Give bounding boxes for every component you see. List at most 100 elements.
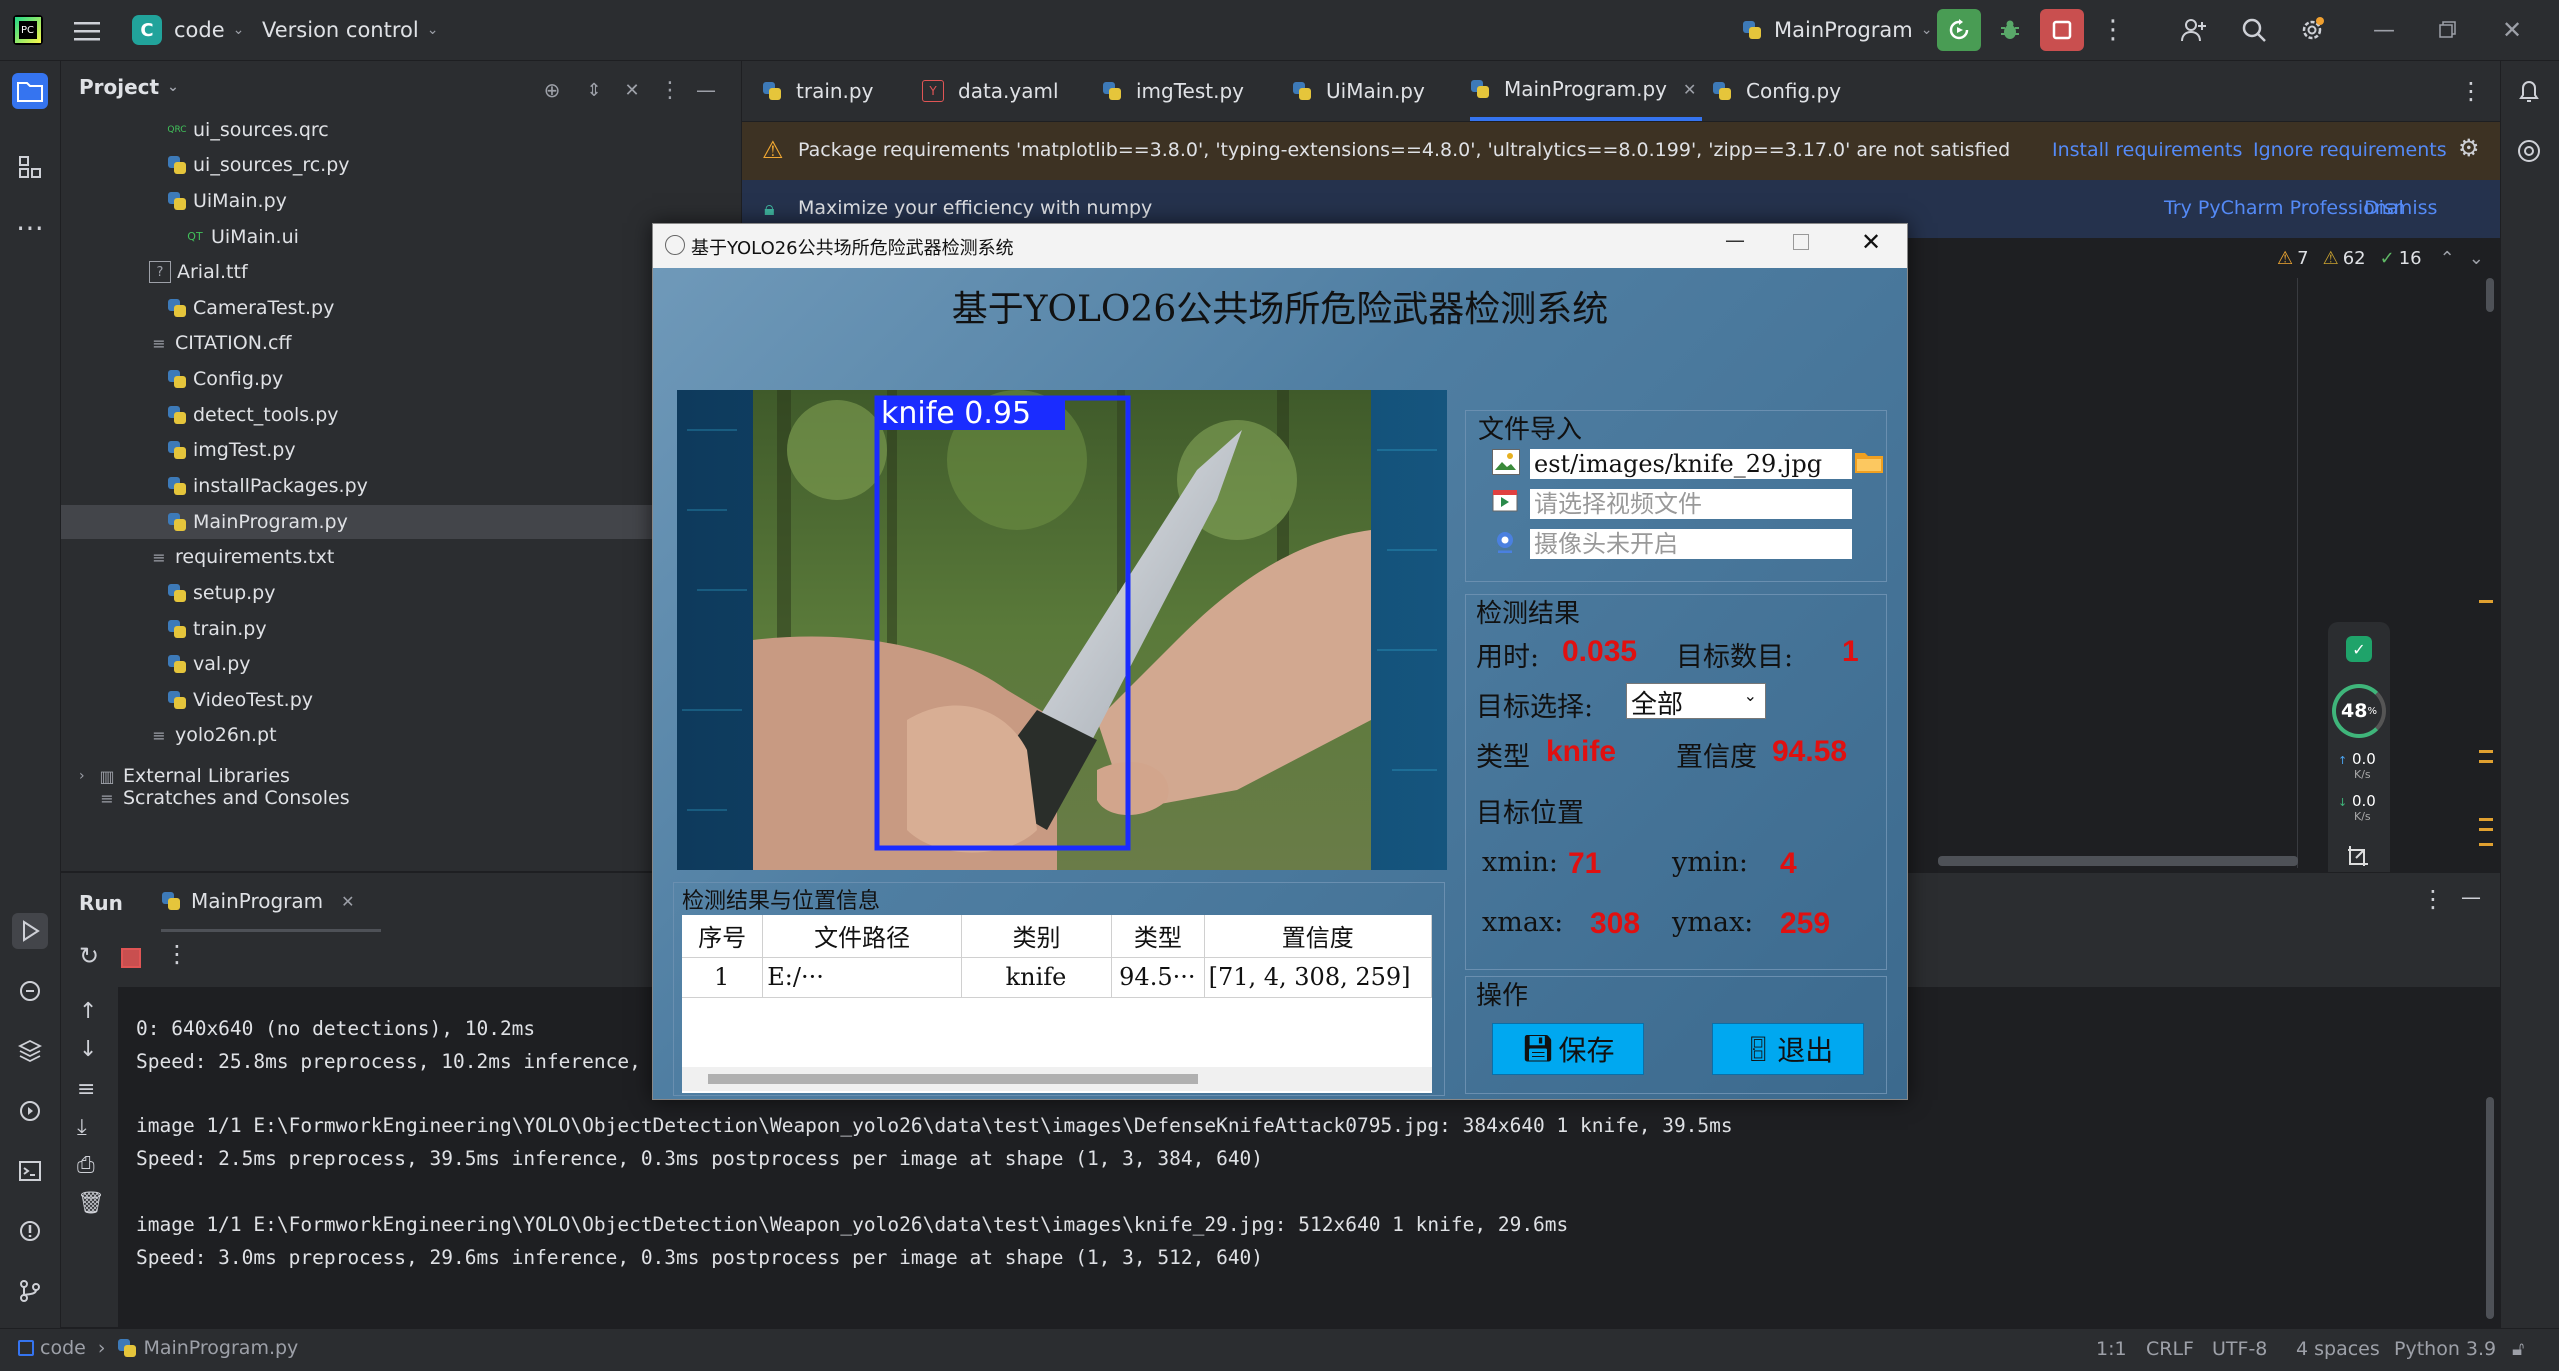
results-table[interactable]: 序号 文件路径 类别 类型 置信度 1 E:/··· knife 94.5··· [71, 4,…: [682, 915, 1433, 1093]
tree-item[interactable]: ? Arial.ttf: [61, 255, 248, 289]
services-icon[interactable]: [12, 1093, 48, 1129]
lock-icon[interactable]: 🔓︎: [2512, 1338, 2524, 1360]
table-header-cell[interactable]: 类别: [961, 915, 1113, 958]
inspection-widget[interactable]: ⚠ 7 ⚠ 62 ✓ 16 ⌃ ⌄: [2277, 248, 2484, 269]
vcs-menu[interactable]: Version control ⌄: [262, 0, 438, 60]
notifications-icon[interactable]: [2511, 73, 2547, 109]
tab-config-py[interactable]: Config.py: [1712, 61, 1841, 121]
table-header-cell[interactable]: 文件路径: [762, 915, 962, 958]
tree-item[interactable]: ≡ CITATION.cff: [61, 326, 291, 360]
tab-uimain-py[interactable]: UiMain.py: [1292, 61, 1425, 121]
stop-button[interactable]: [2040, 9, 2084, 51]
image-path-field[interactable]: est/images/knife_29.jpg: [1530, 449, 1852, 479]
minimize-window-icon[interactable]: —: [2366, 12, 2402, 48]
error-stripe-mark[interactable]: [2479, 843, 2493, 846]
caret-position[interactable]: 1:1: [2096, 1338, 2127, 1360]
more-actions-icon[interactable]: ⋮: [165, 940, 189, 968]
run-tool-icon[interactable]: [12, 913, 48, 949]
ignore-requirements-link[interactable]: Ignore requirements: [2253, 139, 2447, 161]
breadcrumb-file[interactable]: MainProgram.py: [143, 1337, 298, 1359]
table-header-cell[interactable]: 类型: [1111, 915, 1205, 958]
tab-imgtest-py[interactable]: imgTest.py: [1102, 61, 1244, 121]
terminal-icon[interactable]: [12, 1153, 48, 1189]
soft-wrap-icon[interactable]: ≡: [77, 1077, 95, 1102]
table-row[interactable]: 1 E:/··· knife 94.5··· [71, 4, 308, 259]: [682, 957, 1433, 998]
python-packages-icon[interactable]: [12, 1033, 48, 1069]
tree-item[interactable]: VideoTest.py: [61, 683, 313, 717]
console-scrollbar[interactable]: [2486, 1097, 2494, 1319]
print-icon[interactable]: ⎙: [77, 1153, 95, 1178]
tree-item[interactable]: UiMain.py: [61, 184, 287, 218]
error-stripe-mark[interactable]: [2479, 750, 2493, 753]
expand-all-icon[interactable]: ⇕: [581, 77, 607, 103]
tree-item[interactable]: QRC ui_sources.qrc: [61, 113, 328, 147]
more-tools-icon[interactable]: ⋯: [12, 209, 48, 245]
net-speed-widget[interactable]: ✓ 48% ↑ 0.0 K/s ↓ 0.0 K/s 截图: [2328, 622, 2390, 912]
python-interpreter[interactable]: Python 3.9: [2394, 1338, 2496, 1360]
file-encoding[interactable]: UTF-8: [2212, 1338, 2267, 1360]
ai-assistant-icon[interactable]: [2511, 133, 2547, 169]
tab-options-icon[interactable]: ⋮: [2456, 73, 2486, 109]
add-user-button[interactable]: [2176, 12, 2212, 48]
editor-h-scrollbar[interactable]: [1938, 856, 2298, 866]
tree-item[interactable]: train.py: [61, 612, 267, 646]
minimize-window-icon[interactable]: —: [1725, 228, 1745, 252]
restore-window-icon[interactable]: [2430, 12, 2466, 48]
tree-item[interactable]: CameraTest.py: [61, 291, 334, 325]
tree-scratches[interactable]: ≡ Scratches and Consoles: [97, 781, 349, 815]
tree-item[interactable]: detect_tools.py: [61, 398, 339, 432]
arrow-down-icon[interactable]: ↓: [79, 1037, 97, 1062]
pycharm-logo-icon[interactable]: PC: [12, 14, 44, 46]
trash-icon[interactable]: 🗑︎: [77, 1191, 105, 1216]
scrollbar-thumb[interactable]: [708, 1074, 1198, 1084]
breadcrumb-project[interactable]: code: [40, 1337, 86, 1359]
structure-tool-icon[interactable]: [12, 149, 48, 185]
project-panel-header[interactable]: Project ⌄: [79, 75, 179, 99]
arrow-up-icon[interactable]: ↑: [79, 999, 97, 1024]
tree-item[interactable]: QT UiMain.ui: [61, 220, 299, 254]
maximize-window-icon[interactable]: [1793, 234, 1809, 250]
tab-train-py[interactable]: train.py: [762, 61, 873, 121]
video-file-icon[interactable]: [1492, 489, 1518, 513]
install-requirements-link[interactable]: Install requirements: [2052, 139, 2242, 161]
table-header-cell[interactable]: 置信度: [1204, 915, 1433, 958]
table-h-scrollbar[interactable]: [682, 1067, 1432, 1091]
chevron-up-icon[interactable]: ⌃: [2440, 248, 2455, 269]
locate-file-icon[interactable]: ⊕: [539, 77, 565, 103]
tab-mainprogram-py[interactable]: MainProgram.py ✕: [1470, 61, 1703, 121]
tree-item[interactable]: val.py: [61, 647, 251, 681]
search-button[interactable]: [2236, 12, 2272, 48]
problems-icon[interactable]: [12, 1213, 48, 1249]
error-stripe-mark[interactable]: [2479, 600, 2493, 603]
error-stripe-mark[interactable]: [2479, 828, 2493, 831]
table-header-cell[interactable]: 序号: [682, 915, 764, 958]
close-window-icon[interactable]: ✕: [1861, 228, 1881, 256]
dismiss-link[interactable]: Dismiss: [2364, 197, 2437, 219]
image-file-icon[interactable]: [1492, 449, 1520, 475]
panel-options-icon[interactable]: ⋮: [657, 77, 683, 103]
hide-panel-icon[interactable]: —: [2461, 885, 2481, 909]
run-config-selector[interactable]: MainProgram ⌄: [1742, 0, 1932, 60]
gear-icon[interactable]: ⚙: [2458, 134, 2480, 162]
indent-setting[interactable]: 4 spaces: [2296, 1338, 2380, 1360]
run-tab-mainprogram[interactable]: MainProgram ✕: [161, 873, 381, 933]
more-actions-icon[interactable]: ⋮: [2100, 12, 2126, 48]
video-path-field[interactable]: 请选择视频文件: [1530, 489, 1852, 519]
save-button[interactable]: 💾︎ 保存: [1492, 1023, 1644, 1075]
exit-button[interactable]: 🚪︎ 退出: [1712, 1023, 1864, 1075]
project-tool-icon[interactable]: [12, 73, 48, 109]
line-separator[interactable]: CRLF: [2146, 1338, 2194, 1360]
screenshot-icon[interactable]: [2346, 844, 2372, 870]
scroll-to-end-icon[interactable]: ⤓: [77, 1115, 87, 1140]
git-icon[interactable]: [12, 1273, 48, 1309]
rerun-icon[interactable]: ↻: [79, 942, 99, 970]
tree-item[interactable]: Config.py: [61, 362, 283, 396]
error-stripe-mark[interactable]: [2479, 760, 2493, 763]
tree-item[interactable]: imgTest.py: [61, 433, 296, 467]
rerun-button[interactable]: [1937, 9, 1981, 51]
project-switcher[interactable]: C code ⌄: [132, 0, 244, 60]
tab-data-yaml[interactable]: Ydata.yaml: [922, 61, 1059, 121]
chevron-down-icon[interactable]: ⌄: [2469, 248, 2484, 269]
close-window-icon[interactable]: ✕: [2494, 12, 2530, 48]
tree-item[interactable]: setup.py: [61, 576, 276, 610]
